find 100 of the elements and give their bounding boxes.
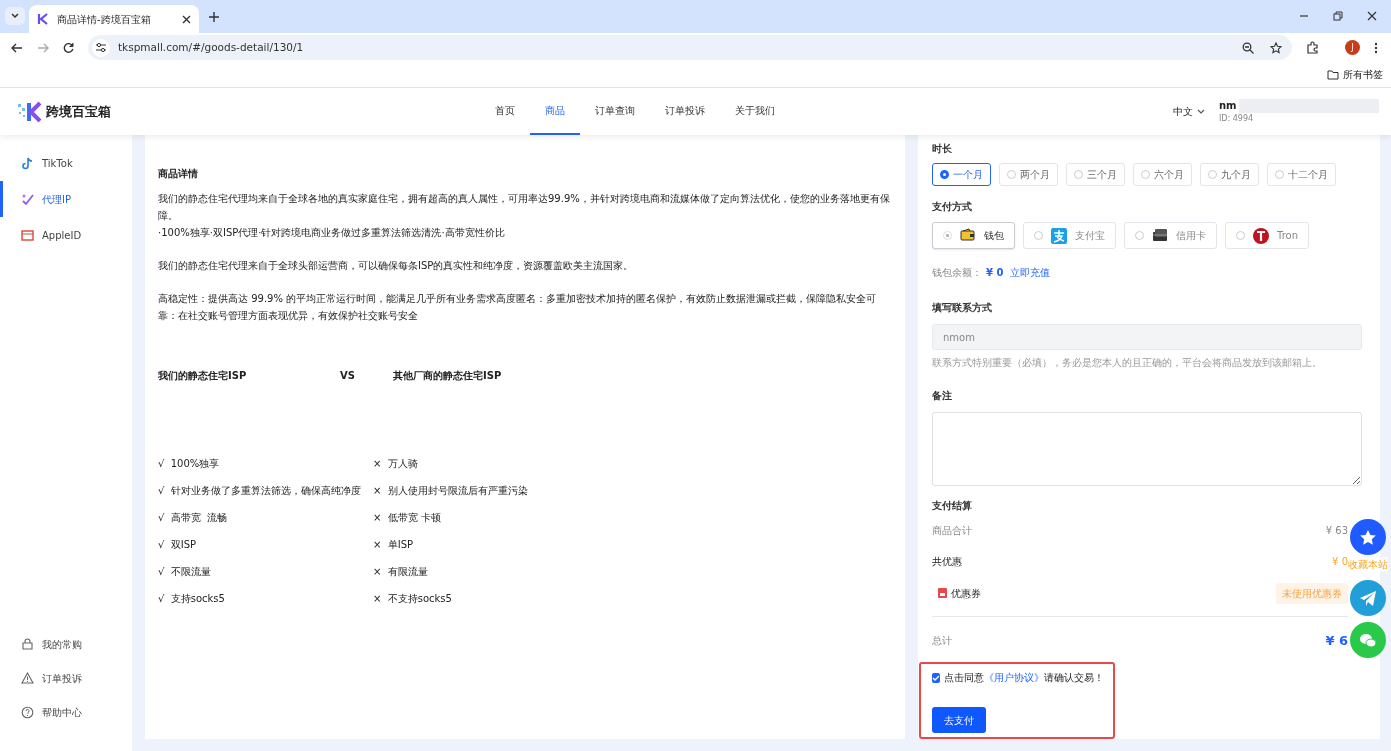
new-tab-icon[interactable] — [209, 12, 219, 22]
balance-label: 钱包余额： — [932, 266, 982, 280]
versus-label: VS — [340, 369, 356, 383]
logo-text: 跨境百宝箱 — [46, 102, 111, 121]
check-icon — [21, 192, 34, 206]
payment-option[interactable]: 支付宝 — [1023, 222, 1116, 249]
discount-label: 共优惠 — [932, 554, 962, 569]
discount-value: ¥ 0 — [1332, 554, 1348, 567]
section-title: 商品详情 — [158, 167, 199, 181]
description-text: 我们的静态住宅代理均来自于全球各地的真实家庭住宅，拥有超高的真人属性，可用率达99.9%，并针对跨境电商和流媒体做了定向算法优化，使您的业务落地更有保障。 — [158, 192, 891, 223]
extensions-icon[interactable] — [1306, 41, 1319, 54]
back-icon[interactable] — [11, 42, 23, 53]
remark-input[interactable] — [932, 412, 1362, 486]
feature-text: × 单ISP — [373, 538, 414, 552]
sidebar-item[interactable]: 订单投诉 — [0, 661, 132, 695]
section-label: 支付结算 — [932, 498, 973, 513]
agreement-link[interactable]: 《用户协议》 — [984, 672, 1044, 683]
star-icon — [1359, 528, 1377, 546]
sidebar-item[interactable]: AppleID — [0, 217, 132, 253]
total-label: 总计 — [932, 633, 952, 648]
payment-option[interactable]: Tron — [1225, 222, 1309, 249]
feature-text: √ 100%独享 — [158, 457, 221, 471]
duration-option[interactable]: 六个月 — [1133, 163, 1192, 186]
section-label: 备注 — [932, 389, 953, 404]
duration-option[interactable]: 两个月 — [999, 163, 1058, 186]
folder-icon[interactable] — [1327, 69, 1339, 80]
subtotal-label: 商品合计 — [932, 523, 972, 538]
alipay-icon — [1051, 227, 1067, 244]
close-icon[interactable] — [182, 14, 191, 24]
nav-link[interactable]: 首页 — [480, 88, 530, 135]
description-text: 高稳定性：提供高达 99.9% 的平均正常运行时间，能满足几乎所有业务需求高度匿名：多重加密技术加持的匿名保护，有效防止数据泄漏或拦截，保障隐私安全可靠：在社交账号管理方面表现优异，有效保护社交账号安全 — [158, 292, 878, 323]
duration-option[interactable]: 十二个月 — [1267, 163, 1336, 186]
address-bar[interactable]: tkspmall.com/#/goods-detail/130/1 — [88, 35, 1292, 60]
pay-button[interactable]: 去支付 — [932, 707, 986, 733]
contact-input[interactable]: nmom — [932, 324, 1362, 350]
nav-link[interactable]: 关于我们 — [720, 88, 790, 135]
feature-text: √ 不限流量 — [158, 565, 212, 579]
user-name: nm — [1219, 99, 1237, 112]
nav-link[interactable]: 订单投诉 — [650, 88, 720, 135]
hint-text: 联系方式特别重要（必填），务必是您本人的且正确的，平台会将商品发放到该邮箱上。 — [932, 356, 1323, 370]
feature-text: × 有限流量 — [373, 565, 428, 579]
section-label: 支付方式 — [932, 200, 973, 214]
bookmarks-folder[interactable]: 所有书签 — [1343, 67, 1383, 82]
box-icon — [21, 228, 34, 242]
section-label: 时长 — [932, 142, 953, 156]
nav-link[interactable]: 订单查询 — [580, 88, 650, 135]
floating-caption: 收藏本站 — [1348, 557, 1388, 572]
sidebar-item[interactable]: 我的常购 — [0, 627, 132, 661]
agreement-text: 点击同意《用户协议》请确认交易！ — [944, 671, 1104, 685]
total-value: ¥ 6 — [1325, 631, 1348, 650]
payment-option[interactable]: 钱包 — [932, 222, 1015, 249]
restore-icon[interactable] — [1333, 11, 1343, 21]
recharge-link[interactable]: 立即充值 — [1010, 265, 1051, 280]
agreement-checkbox[interactable] — [932, 672, 940, 683]
close-icon[interactable] — [1367, 11, 1377, 21]
help-icon — [21, 705, 34, 719]
user-id: ID: 4994 — [1219, 112, 1255, 125]
feature-text: √ 针对业务做了多重算法筛选，确保高纯净度 — [158, 484, 362, 498]
chevron-down-icon — [1197, 109, 1205, 114]
feature-text: × 别人使用封号限流后有严重污染 — [373, 484, 528, 498]
telegram-icon — [1359, 589, 1377, 607]
feature-text: × 低带宽 卡顿 — [373, 511, 441, 525]
browser-tab[interactable]: 商品详情-跨境百宝箱 — [29, 5, 199, 33]
music-note-icon — [21, 156, 34, 170]
reload-icon[interactable] — [63, 42, 74, 53]
comparison-heading: 我们的静态住宅ISP — [158, 369, 248, 383]
chevron-down-icon — [11, 13, 19, 19]
wallet-icon — [960, 227, 976, 244]
feature-text: √ 高带宽 流畅 — [158, 511, 229, 525]
wechat-icon — [1359, 631, 1377, 649]
tab-list-button[interactable] — [5, 7, 25, 25]
sidebar-item[interactable]: 代理IP — [0, 181, 132, 217]
duration-option[interactable]: 一个月 — [932, 163, 991, 186]
section-label: 填写联系方式 — [932, 301, 993, 315]
coupon-label: 优惠券 — [951, 586, 981, 601]
feature-text: √ 支持socks5 — [158, 592, 226, 606]
payment-option[interactable]: 信用卡 — [1124, 222, 1217, 249]
subtotal-value: ¥ 63 — [1325, 523, 1348, 538]
site-settings-icon[interactable] — [96, 43, 106, 52]
bookmark-star-icon[interactable] — [1270, 41, 1282, 54]
sidebar-item[interactable]: TikTok — [0, 145, 132, 181]
logo-icon — [37, 13, 49, 25]
profile-avatar[interactable]: J — [1345, 40, 1360, 55]
coupon-icon — [938, 588, 947, 598]
language-selector[interactable]: 中文 — [1173, 104, 1205, 119]
logo-icon — [18, 100, 42, 123]
feature-text: × 不支持socks5 — [373, 592, 452, 606]
tron-icon — [1253, 227, 1269, 244]
zoom-icon[interactable] — [1242, 41, 1254, 54]
sidebar-item[interactable]: 帮助中心 — [0, 695, 132, 729]
duration-option[interactable]: 九个月 — [1200, 163, 1259, 186]
feature-text: √ 双ISP — [158, 538, 198, 552]
bag-icon — [21, 637, 34, 651]
balance-amount: ¥ 0 — [986, 266, 1004, 280]
warning-icon — [21, 671, 34, 685]
description-text: 我们的静态住宅代理来自于全球头部运营商，可以确保每条ISP的真实性和纯净度，资源覆盖欧美主流国家。 — [158, 259, 635, 273]
credit-card-icon — [1152, 227, 1168, 244]
menu-icon[interactable] — [1374, 41, 1378, 54]
description-text: ·100%独享·双ISP代理·针对跨境电商业务做过多重算法筛选清洗·高带宽性价比 — [158, 226, 506, 240]
duration-option[interactable]: 三个月 — [1066, 163, 1125, 186]
